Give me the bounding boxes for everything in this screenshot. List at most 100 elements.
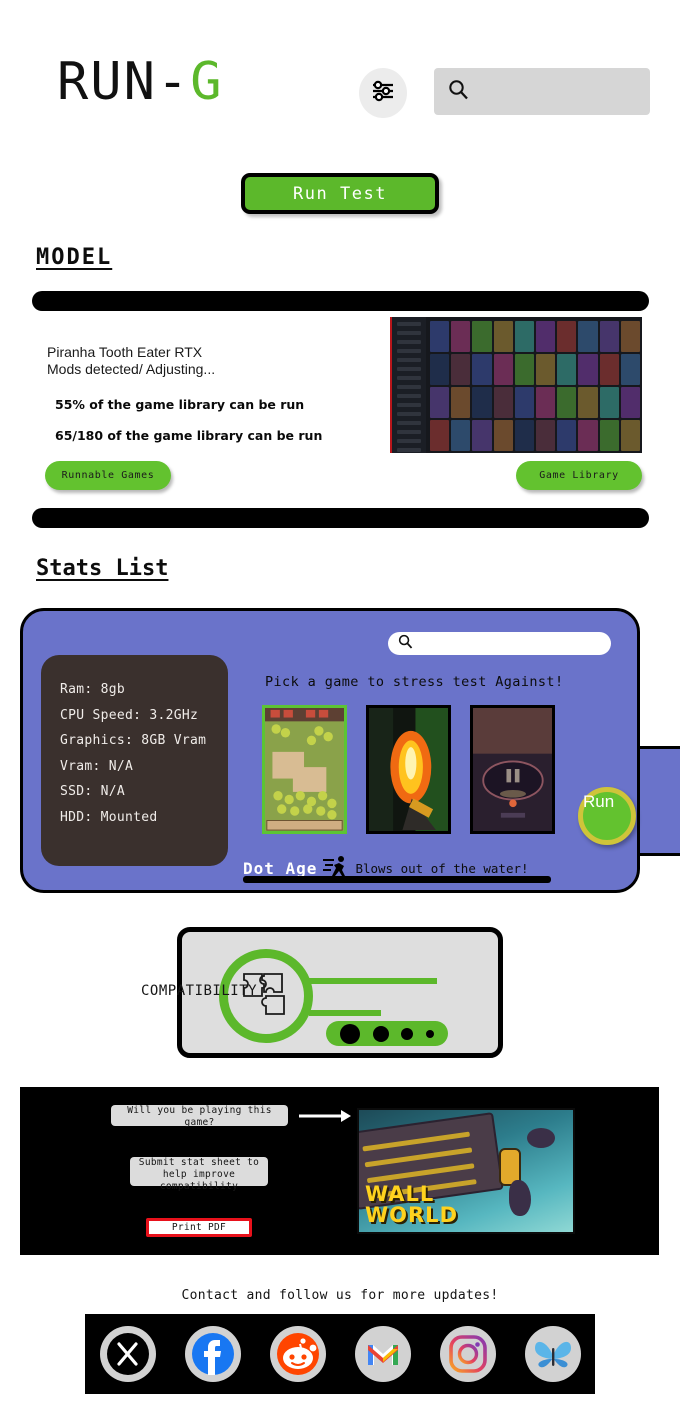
- library-cover-tile: [472, 354, 492, 385]
- section-divider-top: [32, 291, 649, 311]
- library-cover-tile: [430, 387, 450, 418]
- instagram-icon[interactable]: [439, 1326, 496, 1382]
- library-cover-tile: [599, 420, 619, 451]
- gmail-icon[interactable]: [354, 1326, 411, 1382]
- search-icon: [448, 79, 469, 104]
- game-library-button[interactable]: Game Library: [516, 461, 642, 490]
- library-cover-tile: [578, 354, 598, 385]
- library-cover-tile: [493, 387, 513, 418]
- model-stat-percent: 55% of the game library can be run: [55, 397, 305, 412]
- game-library-screenshot: [390, 317, 642, 453]
- result-game-name: Dot Age: [243, 858, 318, 878]
- run-test-button[interactable]: Run Test: [241, 173, 439, 214]
- wall-world-title: WALL WORLD: [365, 1184, 458, 1226]
- library-cover-tile: [620, 387, 640, 418]
- spec-graphics: Graphics: 8GB Vram: [60, 733, 207, 748]
- library-cover-tile: [493, 321, 513, 352]
- library-cover-tile: [514, 387, 534, 418]
- print-pdf-button[interactable]: Print PDF: [146, 1218, 252, 1237]
- library-cover-tile: [578, 321, 598, 352]
- runnable-games-button[interactable]: Runnable Games: [45, 461, 171, 490]
- app-header: RUN-G: [0, 24, 680, 120]
- run-stress-test-button[interactable]: Run: [578, 787, 636, 845]
- library-cover-tile: [472, 387, 492, 418]
- compatibility-dot: [401, 1027, 414, 1040]
- reddit-icon[interactable]: [269, 1326, 326, 1382]
- bluesky-butterfly-icon[interactable]: [524, 1326, 581, 1382]
- game-search-input[interactable]: [419, 637, 599, 650]
- arrow-right-icon: [299, 1108, 351, 1124]
- library-sidebar: [392, 317, 426, 453]
- library-cover-tile: [599, 354, 619, 385]
- compatibility-dot: [425, 1029, 434, 1038]
- game-art-creature-2: [509, 1180, 531, 1216]
- farm-pixel-game-thumbnail[interactable]: [262, 705, 347, 834]
- library-cover-tile: [536, 420, 556, 451]
- library-cover-tile: [514, 321, 534, 352]
- library-cover-tile: [430, 420, 450, 451]
- spec-hdd: HDD: Mounted: [60, 809, 158, 825]
- model-title: Piranha Tooth Eater RTX: [47, 344, 203, 360]
- will-you-play-button[interactable]: Will you be playing this game?: [111, 1105, 288, 1128]
- model-info-block: Piranha Tooth Eater RTX Mods detected/ A…: [47, 344, 377, 443]
- library-cover-tile: [578, 387, 598, 418]
- compatibility-level-dots: [326, 1021, 448, 1046]
- library-cover-tile: [620, 354, 640, 385]
- section-divider-bottom: [32, 508, 649, 528]
- library-cover-tile: [536, 354, 556, 385]
- library-cover-tile: [451, 420, 471, 451]
- library-cover-tile: [620, 321, 640, 352]
- library-cover-tile: [536, 387, 556, 418]
- spec-cpu: CPU Speed: 3.2GHz: [60, 707, 199, 723]
- library-cover-tile: [472, 420, 492, 451]
- library-cover-tile: [557, 321, 577, 352]
- compatibility-bar-top: [309, 978, 437, 984]
- compatibility-label: COMPATIBILITY: [141, 983, 258, 999]
- fire-fps-game-thumbnail[interactable]: [366, 705, 451, 834]
- header-search-input[interactable]: [479, 84, 639, 99]
- app-root: RUN-G Run Test MODEL Piranha Tooth Eater…: [0, 0, 680, 1424]
- game-search-box[interactable]: [388, 632, 611, 655]
- stats-section-heading: Stats List: [36, 556, 169, 581]
- result-caption: Blows out of the water!: [355, 860, 529, 876]
- spec-ram: Ram: 8gb: [60, 682, 126, 697]
- library-cover-tile: [493, 420, 513, 451]
- library-cover-tile: [472, 321, 492, 352]
- library-cover-tile: [514, 420, 534, 451]
- wall-world-game-art: WALL WORLD: [357, 1108, 575, 1234]
- model-subtitle: Mods detected/ Adjusting...: [47, 361, 216, 377]
- spec-vram: Vram: N/A: [60, 758, 134, 774]
- x-twitter-icon[interactable]: [99, 1326, 156, 1382]
- game-art-creature-1: [527, 1128, 555, 1148]
- social-bar: [85, 1314, 595, 1394]
- filter-button[interactable]: [359, 68, 407, 118]
- header-search-box[interactable]: [434, 68, 650, 115]
- model-stat-ratio: 65/180 of the game library can be run: [55, 428, 323, 443]
- submit-stat-sheet-button[interactable]: Submit stat sheet to help improve compat…: [130, 1157, 268, 1192]
- game-thumbnail-list: [262, 705, 555, 834]
- library-cover-tile: [536, 321, 556, 352]
- cave-cockpit-game-thumbnail[interactable]: [470, 705, 555, 834]
- logo-text-accent: G: [190, 52, 224, 112]
- search-icon: [398, 634, 413, 653]
- library-cover-tile: [599, 387, 619, 418]
- contact-text: Contact and follow us for more updates!: [181, 1288, 499, 1303]
- library-cover-grid: [430, 321, 640, 451]
- compatibility-dot: [372, 1025, 389, 1042]
- app-logo: RUN-G: [57, 54, 224, 110]
- library-cover-tile: [514, 354, 534, 385]
- spec-ssd: SSD: N/A: [60, 784, 126, 799]
- library-cover-tile: [620, 420, 640, 451]
- library-cover-tile: [430, 321, 450, 352]
- library-cover-tile: [451, 354, 471, 385]
- sliders-icon: [371, 80, 395, 106]
- library-cover-tile: [599, 321, 619, 352]
- library-cover-tile: [557, 420, 577, 451]
- compatibility-bar-bottom: [309, 1010, 381, 1016]
- result-underline-bar: [243, 876, 551, 883]
- facebook-icon[interactable]: [184, 1326, 241, 1382]
- wall-world-title-line2: WORLD: [365, 1203, 458, 1227]
- library-cover-tile: [557, 354, 577, 385]
- compatibility-dot: [340, 1023, 361, 1044]
- library-cover-tile: [557, 387, 577, 418]
